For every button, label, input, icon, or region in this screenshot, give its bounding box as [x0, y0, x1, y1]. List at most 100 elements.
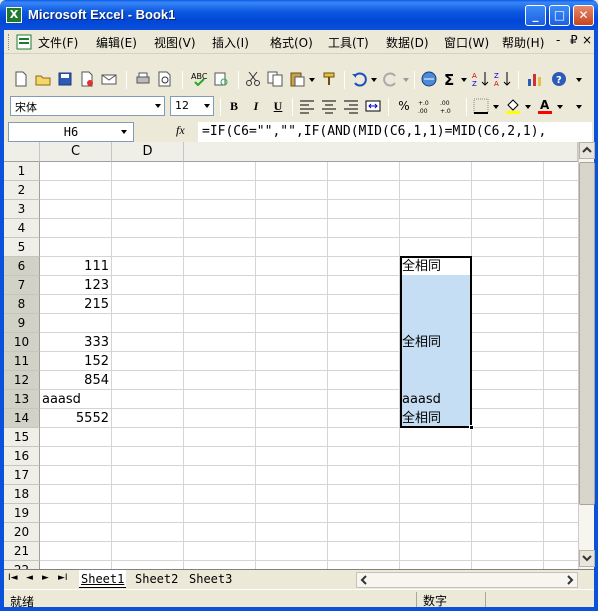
row-header-19[interactable]: 19 [4, 504, 40, 523]
increase-decimal-icon[interactable]: +.0.00 [418, 97, 436, 115]
menu-help[interactable]: 帮助(H) [502, 34, 544, 51]
menu-tools[interactable]: 工具(T) [328, 34, 369, 51]
copy-icon[interactable] [266, 70, 284, 88]
borders-dropdown-icon[interactable] [492, 97, 500, 115]
underline-button[interactable]: U [268, 97, 288, 115]
menu-edit[interactable]: 编辑(E) [96, 34, 137, 51]
fill-color-icon[interactable] [504, 97, 522, 115]
font-size-select[interactable]: 12 [170, 96, 214, 116]
cell-c14[interactable]: 5552 [40, 409, 112, 428]
name-box[interactable]: H6 [8, 122, 134, 142]
row-header-9[interactable]: 9 [4, 314, 40, 333]
bold-button[interactable]: B [224, 97, 244, 115]
paste-icon[interactable] [288, 70, 306, 88]
first-sheet-button[interactable]: I◄ [8, 573, 18, 583]
doc-minimize-button[interactable]: - [556, 33, 560, 47]
cell-c13[interactable]: aaasd [42, 390, 114, 409]
decrease-decimal-icon[interactable]: .00+.0 [440, 97, 458, 115]
chevron-left-icon[interactable] [357, 573, 371, 587]
column-header-d[interactable]: D [112, 142, 184, 162]
row-header-1[interactable]: 1 [4, 162, 40, 181]
row-header-13[interactable]: 13 [4, 390, 40, 409]
chevron-right-icon[interactable] [563, 573, 577, 587]
font-color-icon[interactable]: A [536, 97, 554, 115]
column-header-c[interactable]: C [40, 142, 112, 162]
row-header-18[interactable]: 18 [4, 485, 40, 504]
tab-sheet1[interactable]: Sheet1 [79, 570, 127, 588]
cell-h13[interactable]: aaasd [402, 390, 470, 409]
italic-button[interactable]: I [246, 97, 266, 115]
borders-icon[interactable] [472, 97, 490, 115]
insert-function-button[interactable]: fx [176, 123, 185, 138]
menu-grip-handle[interactable] [8, 34, 11, 50]
doc-restore-button[interactable]: ₽ [570, 33, 578, 47]
open-folder-icon[interactable] [34, 70, 52, 88]
tab-sheet3[interactable]: Sheet3 [187, 570, 234, 588]
permission-icon[interactable] [78, 70, 96, 88]
row-header-20[interactable]: 20 [4, 523, 40, 542]
format-painter-icon[interactable] [320, 70, 338, 88]
row-header-4[interactable]: 4 [4, 219, 40, 238]
percent-style-button[interactable]: % [394, 97, 414, 115]
align-right-icon[interactable] [342, 97, 360, 115]
prev-sheet-button[interactable]: ◄ [26, 573, 33, 583]
menu-format[interactable]: 格式(O) [270, 34, 313, 51]
research-icon[interactable] [212, 70, 230, 88]
sort-ascending-icon[interactable]: AZ [472, 70, 490, 88]
row-header-22[interactable]: 22 [4, 561, 40, 569]
cell-c11[interactable]: 152 [40, 352, 112, 371]
cell-c7[interactable]: 123 [40, 276, 112, 295]
row-header-17[interactable]: 17 [4, 466, 40, 485]
scroll-up-button[interactable] [579, 142, 595, 159]
help-icon[interactable]: ? [550, 70, 568, 88]
row-header-14[interactable]: 14 [4, 409, 40, 428]
row-header-7[interactable]: 7 [4, 276, 40, 295]
redo-dropdown-icon[interactable] [402, 70, 410, 88]
cut-icon[interactable] [244, 70, 262, 88]
sort-descending-icon[interactable]: ZA [494, 70, 512, 88]
close-button[interactable]: ✕ [573, 5, 594, 26]
merge-center-icon[interactable] [364, 97, 382, 115]
spelling-icon[interactable]: ABC [190, 70, 208, 88]
spreadsheet-grid[interactable]: C D 12345678910111213141516171819202122 … [4, 142, 578, 569]
select-all-corner[interactable] [4, 142, 40, 162]
save-icon[interactable] [56, 70, 74, 88]
cell-c6[interactable]: 111 [40, 257, 112, 276]
horizontal-scrollbar[interactable] [356, 572, 578, 588]
cell-c10[interactable]: 333 [40, 333, 112, 352]
toolbar-options-icon[interactable] [574, 70, 584, 88]
row-header-6[interactable]: 6 [4, 257, 40, 276]
print-preview-icon[interactable] [156, 70, 174, 88]
toolbar-options-icon[interactable] [574, 97, 584, 115]
next-sheet-button[interactable]: ► [42, 573, 49, 583]
cell-c8[interactable]: 215 [40, 295, 112, 314]
last-sheet-button[interactable]: ►I [58, 573, 68, 583]
vertical-scroll-thumb[interactable] [579, 162, 595, 505]
row-header-5[interactable]: 5 [4, 238, 40, 257]
row-header-12[interactable]: 12 [4, 371, 40, 390]
row-header-10[interactable]: 10 [4, 333, 40, 352]
row-header-8[interactable]: 8 [4, 295, 40, 314]
undo-dropdown-icon[interactable] [370, 70, 378, 88]
row-header-3[interactable]: 3 [4, 200, 40, 219]
align-center-icon[interactable] [320, 97, 338, 115]
excel-app-icon[interactable]: X [6, 7, 22, 23]
row-header-15[interactable]: 15 [4, 428, 40, 447]
vertical-scrollbar[interactable] [578, 142, 595, 569]
chart-wizard-icon[interactable] [526, 70, 544, 88]
scroll-down-button[interactable] [579, 550, 595, 567]
document-icon[interactable] [16, 34, 32, 50]
autosum-icon[interactable]: Σ [442, 70, 460, 88]
align-left-icon[interactable] [298, 97, 316, 115]
paste-dropdown-icon[interactable] [308, 70, 316, 88]
menu-file[interactable]: 文件(F) [38, 34, 78, 51]
row-header-16[interactable]: 16 [4, 447, 40, 466]
menu-data[interactable]: 数据(D) [386, 34, 429, 51]
chevron-down-icon[interactable] [121, 130, 127, 134]
cell-c12[interactable]: 854 [40, 371, 112, 390]
new-document-icon[interactable] [12, 70, 30, 88]
print-icon[interactable] [134, 70, 152, 88]
menu-view[interactable]: 视图(V) [154, 34, 196, 51]
undo-icon[interactable] [350, 70, 368, 88]
font-name-select[interactable]: 宋体 [10, 96, 165, 116]
